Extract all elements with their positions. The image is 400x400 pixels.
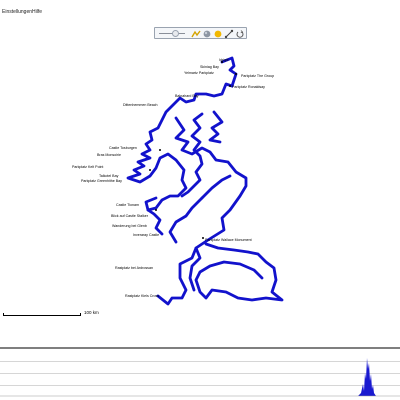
waypoint-icon[interactable] [224,29,234,39]
label-inveraray-castle: Inveraray Castle [133,233,159,237]
label-parkplatz-greenhithe-bay: Parkplatz Greenhithe Bay [81,179,122,183]
waypoint-marker[interactable] [221,61,223,63]
globe-icon[interactable] [202,29,212,39]
waypoint-marker[interactable] [149,169,151,171]
label-parkplatz-kelt-point: Parkplatz Kelt Point [72,165,103,169]
track-segment-north [126,56,238,212]
menu-settings[interactable]: Einstellungen [2,9,32,15]
label-balnahard-bay: Balnahard Bay [175,94,199,98]
label-wanderung-glenb: Wanderung bei Glenb [112,224,147,228]
label-castle-tosburgen: Castle Tosburgen [109,146,137,150]
label-skiniag-bay: Skiniag Bay [200,65,219,69]
label-talkotel-bay: Talkotel Bay [99,174,119,178]
track-segment-mid [168,196,204,244]
track-segment-west [146,208,164,236]
label-rastplatz-ardrossan: Rastplatz bei Ardrossan [115,266,153,270]
label-dittenhemmen-beach: Dittenhemmen Beach [123,103,158,107]
label-rastplatz-kiels-cross: Rastplatz Kiels Cross [125,294,159,298]
label-parkplatz-ronaldsay: Parkplatz Ronaldsay [232,85,265,89]
label-yelmartz-parkplatz: Yelmartz Parkplatz [184,71,214,75]
scale-bar-label: 100 km [84,310,99,315]
waypoint-marker[interactable] [235,73,237,75]
map-canvas[interactable]: Idrigill Skiniag Bay Yelmartz Parkplatz … [0,40,400,346]
elevation-profile-panel[interactable] [0,347,400,400]
label-bras-monsoirie: Bras Monsoirie [97,153,121,157]
elevation-profile-graph [0,358,400,397]
label-parkplatz-wallace-monument: Parkplatz Wallace Monument [205,238,252,242]
label-blick-castle-stalker: Blick auf Castle Stalker [111,214,149,218]
label-idrigill: Idrigill [219,58,229,62]
elevation-peak [358,358,376,396]
waypoint-marker[interactable] [202,237,204,239]
sun-icon[interactable] [213,29,223,39]
reload-icon[interactable] [235,29,245,39]
map-toolbar [154,27,247,39]
menu-bar: Einstellungen Hilfe [0,0,400,26]
menu-help[interactable]: Hilfe [32,9,42,15]
label-parkplatz-the-group: Parkplatz The Group [241,74,274,78]
track-segment-east-loop [208,110,224,144]
track-segment-south-loop [194,242,284,302]
waypoint-marker[interactable] [229,85,231,87]
waypoint-marker[interactable] [155,209,157,211]
scale-bar [3,313,81,316]
track-segment-central [156,116,248,306]
waypoint-marker[interactable] [159,149,161,151]
track-segment-connector [200,174,232,200]
route-icon[interactable] [191,29,201,39]
label-castle-tionam: Castle Tionam [116,203,139,207]
zoom-slider-thumb[interactable] [172,30,179,37]
